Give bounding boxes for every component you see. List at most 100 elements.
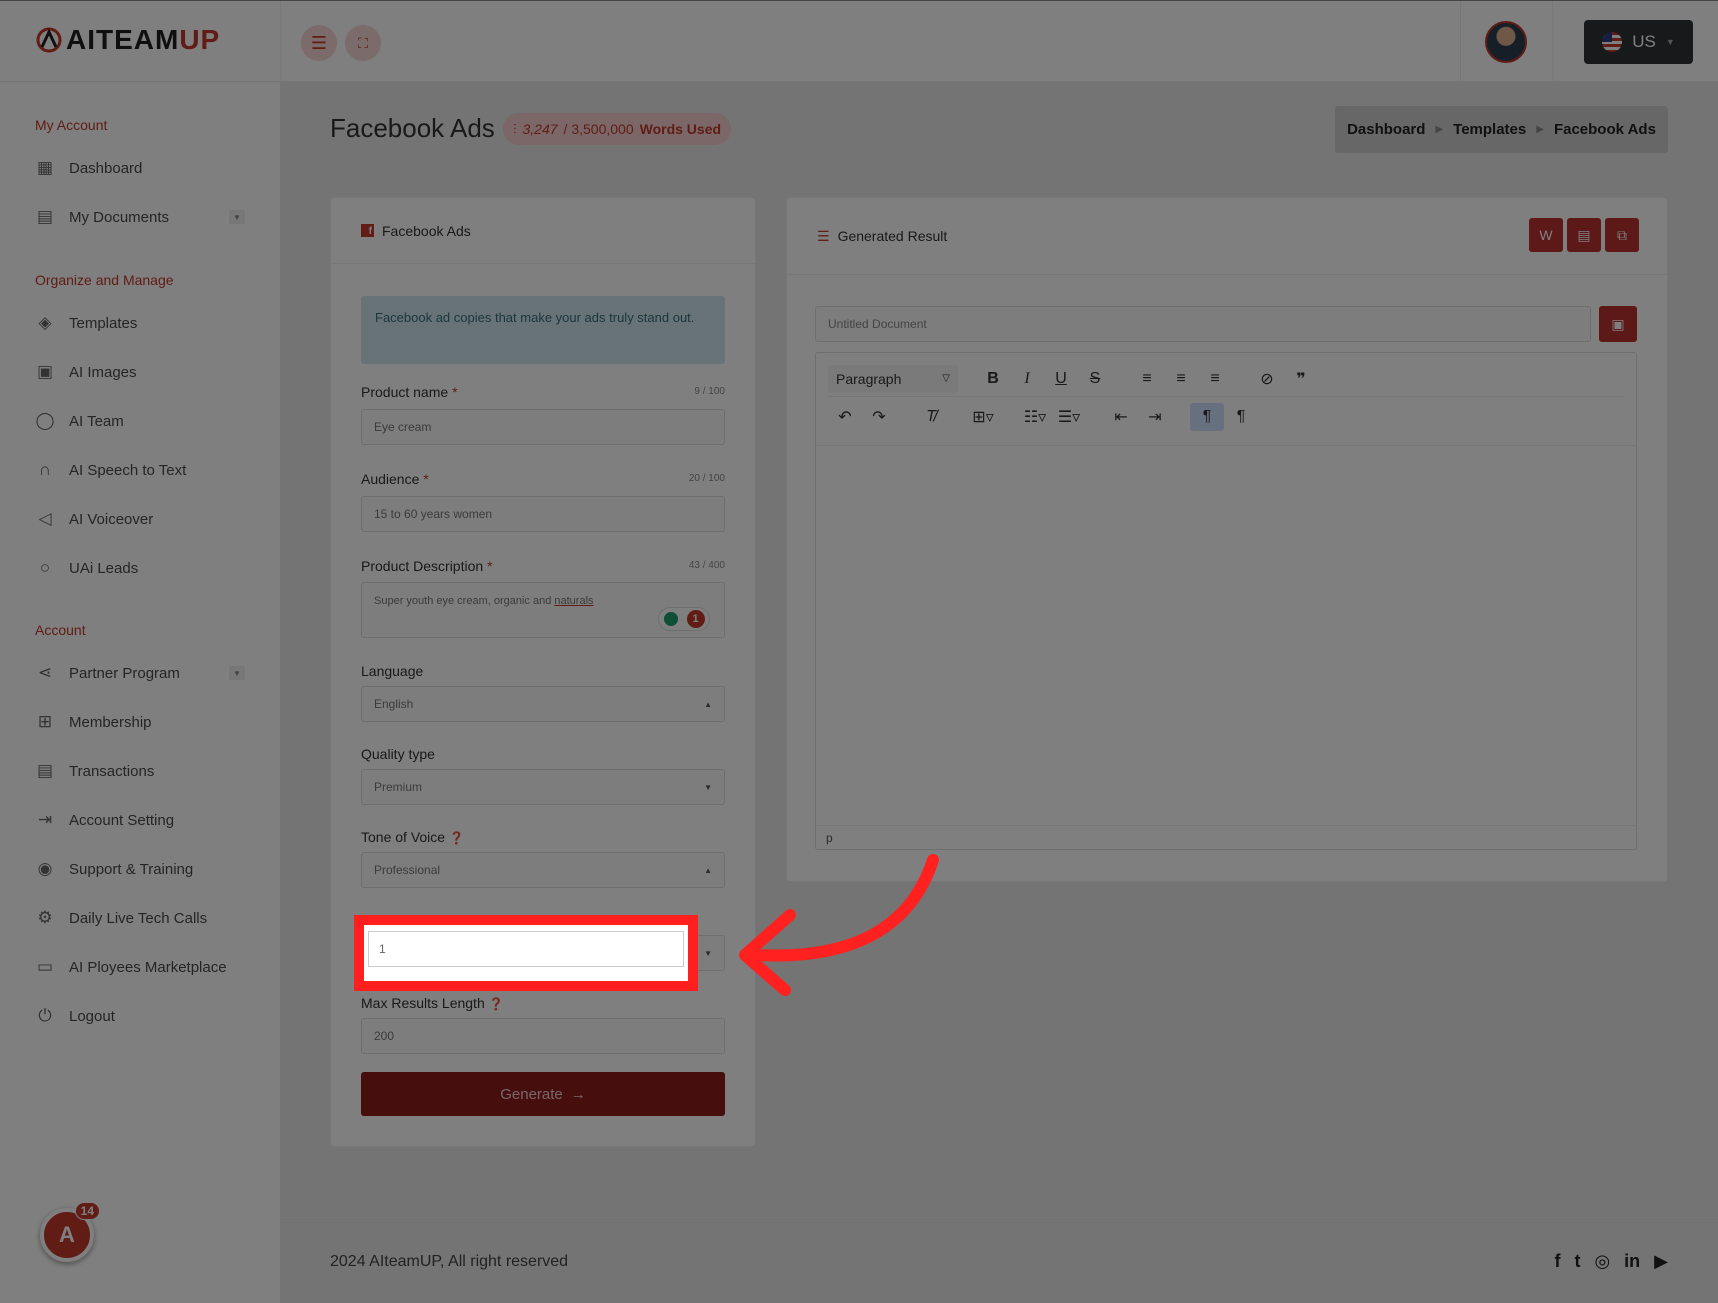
result-card: ☰ Generated Result W ▤ ⧉ Untitled Docume… bbox=[786, 197, 1668, 882]
assistant-fab-button[interactable]: A 14 bbox=[40, 1202, 100, 1262]
rtl-direction-icon[interactable]: ¶ bbox=[1224, 408, 1258, 426]
chevron-down-icon[interactable]: ▼ bbox=[229, 666, 245, 680]
sidebar-item-partner-program[interactable]: ⋖ Partner Program ▼ bbox=[35, 663, 245, 683]
sidebar-item-dashboard[interactable]: ▦ Dashboard bbox=[35, 158, 245, 178]
blockquote-icon[interactable]: ❞ bbox=[1284, 369, 1318, 389]
brand-logo[interactable]: AITEAMUP bbox=[36, 23, 220, 57]
product-name-counter: 9 / 100 bbox=[694, 386, 725, 397]
editor-toolbar-row: ↶ ↷ T̸ ⊞▿ ☷▿ ☰▿ ⇤ ⇥ ¶ ¶ bbox=[828, 399, 1624, 435]
caret-down-icon: ▼ bbox=[704, 782, 712, 792]
sidebar-item-label: Transactions bbox=[69, 762, 155, 780]
clear-formatting-icon[interactable]: T̸ bbox=[914, 408, 948, 426]
product-name-input[interactable]: Eye cream bbox=[361, 409, 725, 445]
result-card-title: Generated Result bbox=[837, 228, 948, 244]
instagram-icon[interactable]: ◎ bbox=[1594, 1251, 1610, 1272]
sidebar-item-ai-images[interactable]: ▣ AI Images bbox=[35, 362, 245, 382]
breadcrumb: Dashboard ▶ Templates ▶ Facebook Ads bbox=[1335, 106, 1668, 153]
generate-label: Generate bbox=[500, 1085, 563, 1103]
sidebar-section-title: Organize and Manage bbox=[35, 272, 174, 288]
copyright-text: 2024 AIteamUP, All right reserved bbox=[330, 1253, 569, 1270]
numbered-list-icon[interactable]: ☰▿ bbox=[1052, 407, 1086, 427]
sidebar-item-label: AI Team bbox=[69, 412, 124, 430]
sidebar-item-templates[interactable]: ◈ Templates bbox=[35, 313, 245, 333]
underline-icon[interactable]: U bbox=[1044, 370, 1078, 388]
sidebar-item-ai-speech-to-text[interactable]: ∩ AI Speech to Text bbox=[35, 460, 245, 480]
undo-icon[interactable]: ↶ bbox=[828, 407, 862, 427]
form-card-header: f Facebook Ads bbox=[331, 198, 755, 264]
help-icon: ❓ bbox=[488, 997, 504, 1011]
language-switcher[interactable]: US ▼ bbox=[1584, 20, 1693, 64]
number-of-results-input[interactable]: 1 bbox=[368, 931, 684, 967]
topbar-divider bbox=[1460, 1, 1461, 83]
generate-button[interactable]: Generate → bbox=[361, 1072, 725, 1116]
max-results-length-input[interactable]: 200 bbox=[361, 1018, 725, 1054]
export-text-button[interactable]: ▤ bbox=[1567, 218, 1601, 252]
language-label: Language bbox=[361, 663, 424, 679]
notification-badge: 14 bbox=[74, 1202, 100, 1220]
twitter-icon[interactable]: t bbox=[1574, 1251, 1580, 1272]
save-document-button[interactable]: ▣ bbox=[1599, 306, 1637, 342]
align-right-icon[interactable]: ≡ bbox=[1198, 370, 1232, 388]
link-icon[interactable]: ⊘ bbox=[1250, 369, 1284, 389]
youtube-icon[interactable]: ▶ bbox=[1654, 1251, 1668, 1272]
menu-toggle-button[interactable]: ☰ bbox=[301, 25, 337, 61]
sidebar-item-membership[interactable]: ⊞ Membership bbox=[35, 712, 245, 732]
caret-down-icon: ▼ bbox=[704, 948, 712, 958]
gift-icon: ⊞ bbox=[37, 712, 53, 731]
sidebar-item-daily-live-tech-calls[interactable]: ⚙ Daily Live Tech Calls bbox=[35, 908, 245, 928]
fullscreen-button[interactable]: ⛶ bbox=[345, 25, 381, 61]
sidebar-item-account-setting[interactable]: ⇥ Account Setting bbox=[35, 810, 245, 830]
sidebar-item-label: Partner Program bbox=[69, 664, 180, 682]
product-description-label: Product Description * bbox=[361, 558, 493, 574]
grammar-issue-count: 1 bbox=[686, 610, 705, 628]
document-name-input[interactable]: Untitled Document bbox=[815, 306, 1591, 342]
italic-icon[interactable]: I bbox=[1010, 370, 1044, 388]
form-card-title: Facebook Ads bbox=[382, 222, 471, 239]
sidebar-item-transactions[interactable]: ▤ Transactions bbox=[35, 761, 245, 781]
export-word-button[interactable]: W bbox=[1529, 218, 1563, 252]
audience-input[interactable]: 15 to 60 years women bbox=[361, 496, 725, 532]
sidebar-item-ai-team[interactable]: ◯ AI Team bbox=[35, 411, 245, 431]
bold-icon[interactable]: B bbox=[976, 370, 1010, 388]
word-file-icon: W bbox=[1539, 227, 1553, 243]
sidebar-item-label: Dashboard bbox=[69, 159, 143, 177]
quality-type-select[interactable]: Premium ▼ bbox=[361, 769, 725, 805]
sidebar-item-ai-ployees-marketplace[interactable]: ▭ AI Ployees Marketplace bbox=[35, 957, 245, 977]
redo-icon[interactable]: ↷ bbox=[862, 407, 896, 427]
align-center-icon[interactable]: ≡ bbox=[1164, 370, 1198, 388]
block-format-select[interactable]: Paragraph ▽ bbox=[828, 364, 958, 393]
breadcrumb-current: Facebook Ads bbox=[1553, 121, 1656, 138]
sidebar-item-label: AI Speech to Text bbox=[69, 461, 187, 479]
outdent-icon[interactable]: ⇤ bbox=[1104, 407, 1138, 427]
tone-of-voice-select[interactable]: Professional ▲ bbox=[361, 852, 725, 888]
breadcrumb-templates[interactable]: Templates bbox=[1453, 121, 1526, 138]
logo-divider bbox=[280, 1, 281, 83]
sidebar-item-support-training[interactable]: ◉ Support & Training bbox=[35, 859, 245, 879]
strikethrough-icon[interactable]: S bbox=[1078, 370, 1112, 388]
align-left-icon[interactable]: ≡ bbox=[1130, 370, 1164, 388]
ltr-direction-icon[interactable]: ¶ bbox=[1190, 403, 1224, 431]
grammar-checker-widget[interactable]: 1 bbox=[658, 607, 710, 631]
caret-up-icon: ▲ bbox=[704, 865, 712, 875]
editor-content-area[interactable] bbox=[816, 445, 1636, 825]
misspelled-word[interactable]: naturals bbox=[554, 595, 593, 607]
sidebar-item-my-documents[interactable]: ▤ My Documents ▼ bbox=[35, 207, 245, 227]
bullet-list-icon[interactable]: ☷▿ bbox=[1018, 407, 1052, 427]
language-select[interactable]: English ▲ bbox=[361, 686, 725, 722]
linkedin-icon[interactable]: in bbox=[1624, 1251, 1640, 1272]
user-avatar[interactable] bbox=[1485, 21, 1527, 63]
sidebar-item-label: Membership bbox=[69, 713, 152, 731]
sidebar-item-logout[interactable]: ⏻ Logout bbox=[35, 1006, 245, 1026]
sidebar-item-uai-leads[interactable]: ○ UAi Leads bbox=[35, 558, 245, 578]
facebook-icon[interactable]: f bbox=[1554, 1251, 1560, 1272]
layers-icon: ◈ bbox=[38, 313, 52, 332]
indent-icon[interactable]: ⇥ bbox=[1138, 407, 1172, 427]
sidebar-item-ai-voiceover[interactable]: ◁ AI Voiceover bbox=[35, 509, 245, 529]
form-card: f Facebook Ads Facebook ad copies that m… bbox=[330, 197, 756, 1147]
copy-button[interactable]: ⧉ bbox=[1605, 218, 1639, 252]
table-icon[interactable]: ⊞▿ bbox=[966, 407, 1000, 427]
circle-icon: ○ bbox=[39, 558, 51, 577]
product-description-textarea[interactable]: Super youth eye cream, organic and natur… bbox=[361, 582, 725, 638]
breadcrumb-dashboard[interactable]: Dashboard bbox=[1347, 121, 1425, 138]
chevron-down-icon[interactable]: ▼ bbox=[229, 210, 245, 224]
